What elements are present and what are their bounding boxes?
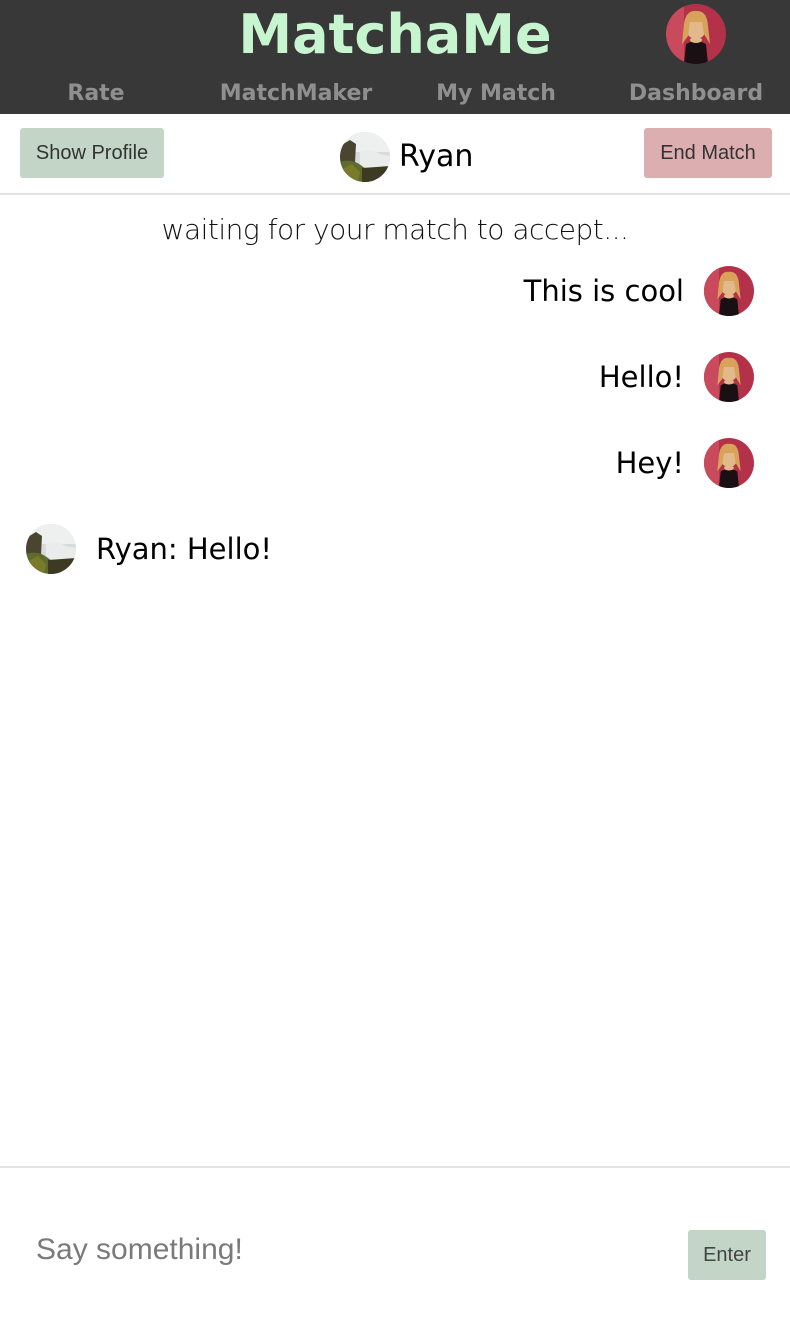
message-theirs: Ryan: Hello! xyxy=(26,524,272,574)
message-text: Hey! xyxy=(615,446,684,480)
match-avatar-icon[interactable] xyxy=(340,132,390,182)
message-mine: Hello! xyxy=(599,352,754,402)
nav-item-dashboard[interactable]: Dashboard xyxy=(596,76,790,112)
match-header: Show Profile Ryan End Match xyxy=(0,114,790,195)
chat-status: waiting for your match to accept... xyxy=(161,213,629,246)
message-mine: This is cool xyxy=(524,266,754,316)
nav-item-rate[interactable]: Rate xyxy=(0,76,196,112)
nav-item-matchmaker[interactable]: MatchMaker xyxy=(196,76,396,112)
match-avatar-icon xyxy=(26,524,76,574)
chat-app: MatchaMe Rate MatchMaker My Match Dashbo… xyxy=(0,0,790,1318)
enter-button[interactable]: Enter xyxy=(688,1230,766,1280)
show-profile-button[interactable]: Show Profile xyxy=(20,128,164,178)
end-match-button[interactable]: End Match xyxy=(644,128,772,178)
message-text: Ryan: Hello! xyxy=(96,532,272,566)
my-avatar-icon xyxy=(704,266,754,316)
message-mine: Hey! xyxy=(616,438,754,488)
message-text: Hello! xyxy=(598,360,684,394)
top-bar: MatchaMe Rate MatchMaker My Match Dashbo… xyxy=(0,0,790,114)
message-composer: Enter xyxy=(0,1166,790,1318)
message-text: This is cool xyxy=(523,274,684,308)
my-avatar-icon xyxy=(704,438,754,488)
message-input[interactable] xyxy=(20,1220,640,1280)
match-name: Ryan xyxy=(399,139,474,174)
main-nav: Rate MatchMaker My Match Dashboard xyxy=(0,76,790,112)
nav-item-my-match[interactable]: My Match xyxy=(396,76,596,112)
my-avatar-icon xyxy=(704,352,754,402)
user-avatar-icon[interactable] xyxy=(666,4,726,64)
